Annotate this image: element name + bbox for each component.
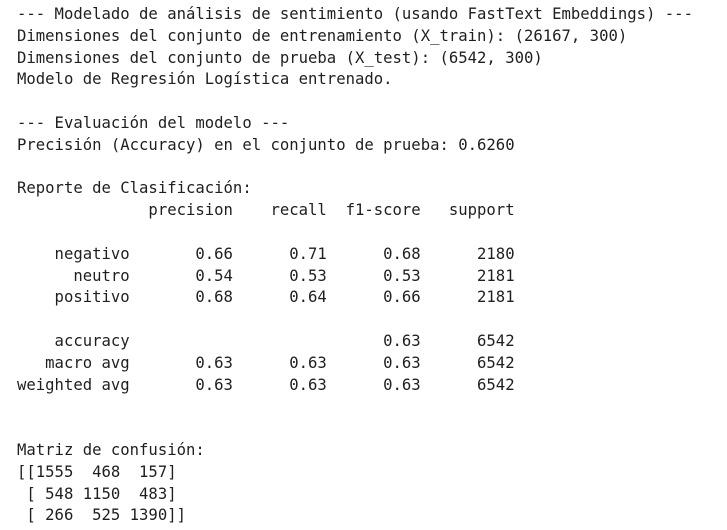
test-dimensions-line: Dimensiones del conjunto de prueba (X_te… [17,48,543,67]
model-trained-line: Modelo de Regresión Logística entrenado. [17,70,393,89]
confusion-matrix-row: [ 548 1150 483] [17,484,177,503]
confusion-matrix-row: [ 266 525 1390]] [17,506,186,525]
train-dimensions-line: Dimensiones del conjunto de entrenamient… [17,26,628,45]
notebook-output: --- Modelado de análisis de sentimiento … [17,4,723,527]
report-row-negativo: negativo 0.66 0.71 0.68 2180 [17,244,515,263]
section-header-modeling: --- Modelado de análisis de sentimiento … [17,5,693,23]
report-row-neutro: neutro 0.54 0.53 0.53 2181 [17,266,515,285]
report-row-accuracy: accuracy 0.63 6542 [17,331,515,350]
report-header-row: precision recall f1-score support [17,201,515,220]
report-row-positivo: positivo 0.68 0.64 0.66 2181 [17,288,515,307]
accuracy-line: Precisión (Accuracy) en el conjunto de p… [17,135,515,154]
report-row-macro-avg: macro avg 0.63 0.63 0.63 6542 [17,353,515,372]
confusion-matrix-title: Matriz de confusión: [17,440,205,459]
report-title: Reporte de Clasificación: [17,179,252,198]
section-header-evaluation: --- Evaluación del modelo --- [17,113,290,132]
confusion-matrix-row: [[1555 468 157] [17,462,177,481]
report-row-weighted-avg: weighted avg 0.63 0.63 0.63 6542 [17,375,515,394]
